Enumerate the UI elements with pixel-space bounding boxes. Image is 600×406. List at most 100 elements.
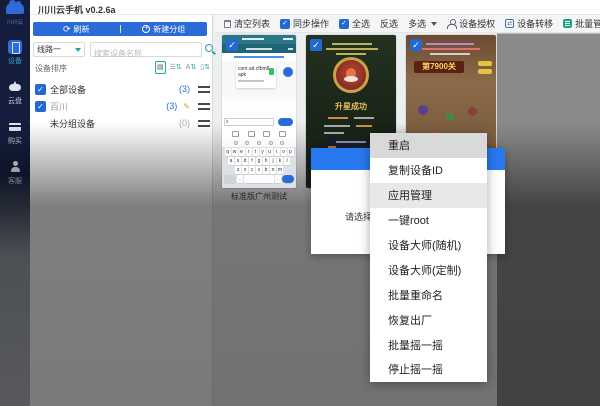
drag-handle-icon[interactable] (198, 86, 210, 93)
keyboard-key: t (253, 148, 259, 156)
message-input: x (224, 118, 274, 126)
select-all-checkbox[interactable]: ✓ 全选 (339, 17, 370, 30)
sidebar-item-cloud-disk[interactable]: 云盘 (0, 80, 30, 106)
download-button (283, 67, 293, 77)
menu-item-stop-shake[interactable]: 停止摇一摇 (370, 357, 487, 382)
menu-item-batch-shake[interactable]: 批量摇一摇 (370, 332, 487, 357)
refresh-button[interactable]: ⟳ 刷新 (33, 22, 120, 36)
android-icon (269, 68, 274, 75)
menu-item-one-key-root[interactable]: 一键root (370, 208, 487, 233)
search-input[interactable] (91, 47, 201, 60)
invert-selection-button[interactable]: 反选 (380, 17, 398, 30)
search-icon[interactable] (205, 44, 213, 52)
transfer-icon: ⇄ (505, 19, 514, 28)
device-list-panel: ⟳ 刷新 + 新建分组 线路一 设备排序 ▤ ☰⇅ A⇅ ▯⇅ ✓ 全部设备 (… (30, 15, 213, 406)
keyboard-key: s (235, 157, 241, 165)
caret-down-icon (75, 48, 81, 52)
keyboard-key: r (246, 148, 252, 156)
menu-item-batch-rename[interactable]: 批量重命名 (370, 282, 487, 307)
keyboard-key: v (256, 166, 262, 174)
enter-key (282, 175, 294, 183)
checkbox-checked-icon[interactable]: ✓ (35, 84, 46, 95)
device-selected-check-icon[interactable]: ✓ (310, 39, 322, 51)
multi-select-dropdown[interactable]: 多选 (408, 17, 437, 30)
device-search (90, 42, 202, 57)
menu-item-factory-reset[interactable]: 恢复出厂 (370, 307, 487, 332)
grid-view-icon[interactable]: ▤ (155, 61, 166, 74)
chat-icon (279, 131, 286, 137)
keyboard-key: h (263, 157, 269, 165)
keyboard-key: z (235, 166, 241, 174)
keyboard-key: m (277, 166, 283, 174)
app-header: 川川云手机 v0.2.6a (30, 0, 600, 15)
device-transfer-button[interactable]: ⇄ 设备转移 (505, 17, 553, 30)
attachment-icons-row (222, 128, 296, 139)
comma-key: , (237, 175, 243, 183)
symbols-key (224, 175, 236, 183)
keyboard-key: k (277, 157, 283, 165)
sync-operation-checkbox[interactable]: ✓ 同步操作 (280, 17, 329, 30)
message-input-row: x (222, 117, 296, 128)
keyboard-key: e (239, 148, 245, 156)
keyboard-key: q (225, 148, 231, 156)
sidebar-item-devices[interactable]: 设备 (0, 40, 30, 66)
menu-item-device-master-custom[interactable]: 设备大师(定制) (370, 257, 487, 282)
device-selected-check-icon[interactable]: ✓ (410, 39, 422, 51)
keyboard-key: f (249, 157, 255, 165)
group-row-baichuan[interactable]: ✓ 百川 (3) ✎ (35, 99, 210, 113)
list-sort-icon[interactable]: ☰⇅ (170, 62, 182, 73)
keyboard-key: g (256, 157, 262, 165)
keyboard-key: o (281, 148, 287, 156)
plus-icon: + (142, 25, 150, 33)
app-logo: 川川云 (0, 0, 30, 26)
game-emblem (333, 57, 369, 93)
keyboard-key: i (274, 148, 280, 156)
menu-item-restart[interactable]: 重启 (370, 133, 487, 158)
refresh-icon: ⟳ (63, 25, 71, 33)
sidebar-item-support[interactable]: 客服 (0, 160, 30, 186)
device-context-menu: 重启 复制设备ID 应用管理 一键root 设备大师(随机) 设备大师(定制) … (370, 133, 487, 382)
checkbox-checked-icon[interactable]: ✓ (35, 101, 46, 112)
phone-icon (8, 40, 22, 54)
keyboard-key: w (232, 148, 238, 156)
menu-item-device-master-random[interactable]: 设备大师(随机) (370, 233, 487, 258)
clear-list-button[interactable]: 清空列表 (224, 17, 270, 30)
caret-down-icon (431, 22, 437, 26)
device-toolbar: 清空列表 ✓ 同步操作 ✓ 全选 反选 多选 设备授权 ⇄ 设备转移 批量管理 (214, 15, 600, 33)
image-icon (248, 131, 255, 137)
group-row-all-devices[interactable]: ✓ 全部设备 (3) (35, 82, 210, 96)
sidebar-item-purchase[interactable]: 购买 (0, 120, 30, 146)
edit-pencil-icon[interactable]: ✎ (183, 102, 190, 111)
drag-handle-icon[interactable] (198, 103, 210, 110)
az-sort-icon[interactable]: A⇅ (186, 62, 197, 73)
trash-icon (224, 20, 231, 28)
device-thumbnail-1[interactable]: ✓ com.ad.cfbm8 apk x qwertyuiop asdfghjk… (222, 35, 296, 188)
game-button (478, 61, 492, 66)
send-button (278, 118, 293, 126)
person-icon (447, 19, 456, 28)
game-button (478, 69, 492, 74)
keyboard-key: b (263, 166, 269, 174)
drag-handle-icon[interactable] (198, 120, 210, 127)
batch-manage-button[interactable]: 批量管理 (563, 17, 600, 30)
device-selected-check-icon[interactable]: ✓ (226, 39, 238, 51)
group-row-ungrouped[interactable]: 未分组设备 (0) (35, 116, 210, 130)
column-sort-icon[interactable]: ▯⇅ (200, 62, 210, 73)
keyboard-key: p (288, 148, 294, 156)
menu-item-copy-device-id[interactable]: 复制设备ID (370, 158, 487, 183)
chat-content: com.ad.cfbm8 apk (222, 61, 296, 97)
onscreen-keyboard: qwertyuiop asdfghjkl zxcvbnm , . (222, 147, 296, 188)
sort-label: 设备排序 (35, 64, 67, 73)
dialog-prompt: 请选择 (345, 210, 372, 223)
file-size-text (238, 80, 264, 82)
download-link-row (222, 53, 296, 61)
new-group-button[interactable]: + 新建分组 (121, 22, 208, 36)
panel-action-bar: ⟳ 刷新 + 新建分组 (33, 22, 207, 36)
game-level-text: 第7900关 (414, 61, 464, 73)
checkbox-checked-icon: ✓ (339, 19, 349, 29)
menu-item-app-manage[interactable]: 应用管理 (370, 183, 487, 208)
device-authorize-button[interactable]: 设备授权 (447, 17, 495, 30)
emoji-icon (232, 131, 239, 137)
cloud-disk-icon (8, 80, 22, 94)
line-select-dropdown[interactable]: 线路一 (33, 42, 85, 57)
